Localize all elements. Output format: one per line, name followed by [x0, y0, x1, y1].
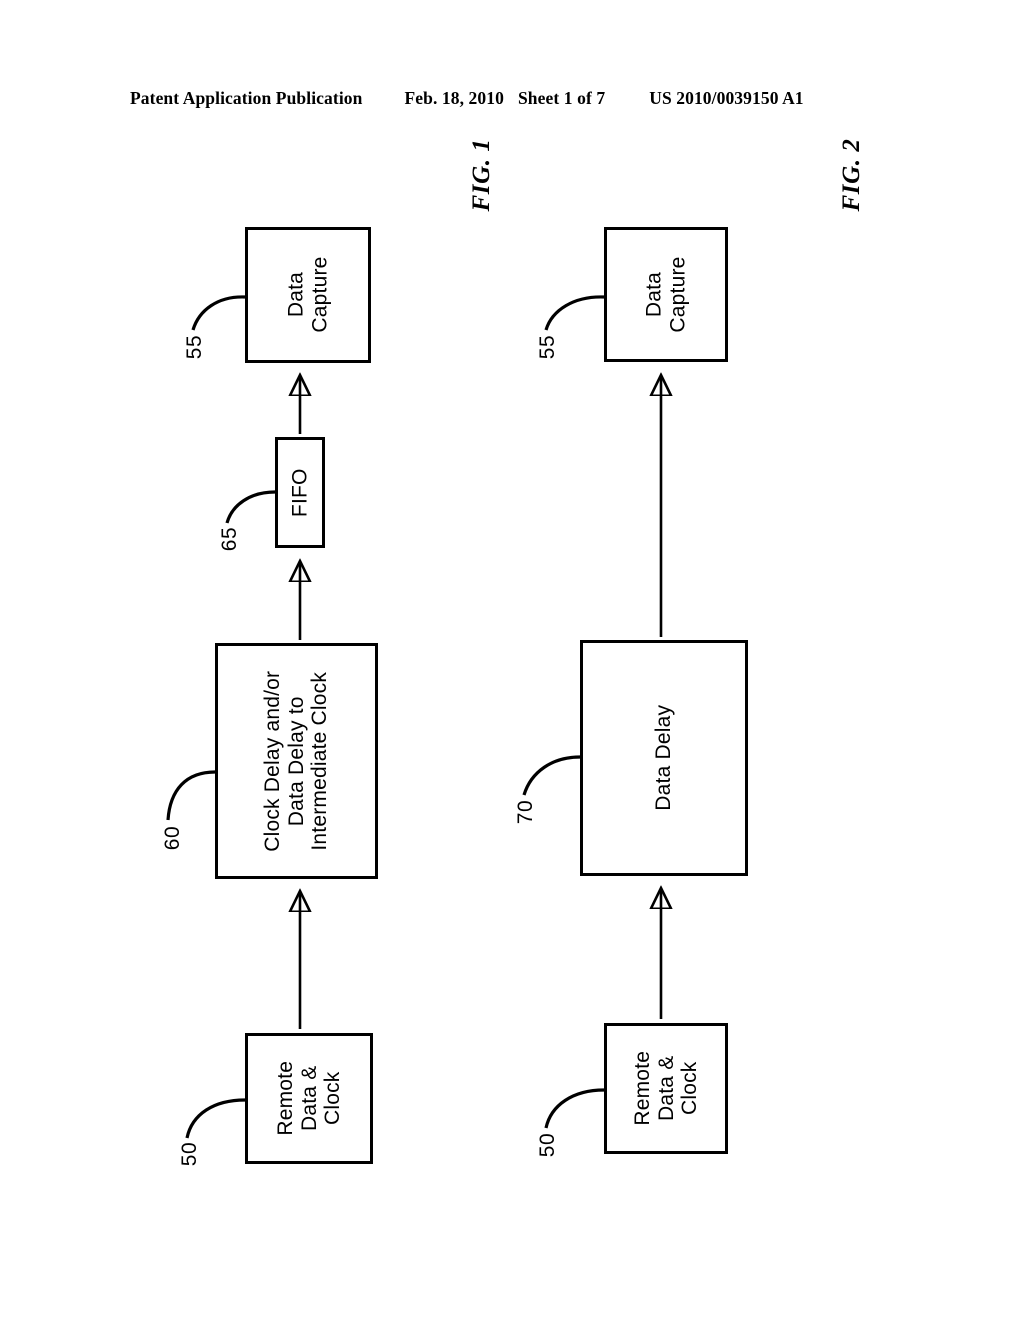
fig1-block-data-capture: Data Capture: [245, 227, 371, 363]
fig1-data-capture-line-1: Data: [284, 272, 308, 318]
fig2-refnum-55: 55: [536, 334, 559, 360]
fig1-block-fifo-label: FIFO: [288, 468, 312, 517]
fig1-data-capture-line-2: Capture: [308, 256, 331, 334]
figure-connectors: [166, 295, 1024, 1139]
fig2-leader-70: [522, 755, 581, 796]
fig1-block-fifo: FIFO: [275, 437, 325, 548]
fig2-leader-50: [544, 1088, 605, 1129]
figure-2-caption: FIG. 2: [838, 138, 865, 212]
fig2-block-remote-label: Remote Data & Clock: [631, 1051, 702, 1126]
fig1-remote-line-3: Clock: [320, 1071, 344, 1126]
fig2-remote-line-2: Data &: [654, 1055, 678, 1122]
fig2-block-data-delay-label: Data Delay: [652, 705, 676, 811]
fig1-leader-60: [166, 770, 216, 821]
fig1-refnum-65: 65: [218, 526, 241, 552]
figure-1-caption: FIG. 1: [468, 138, 495, 212]
fig1-block-clock-delay-label: Clock Delay and/or Data Delay to Interme…: [261, 670, 332, 851]
fig2-block-data-capture: Data Capture: [604, 227, 728, 362]
fig1-clock-delay-line-3: Intermediate Clock: [308, 671, 332, 851]
fig1-clock-delay-line-1: Clock Delay and/or: [261, 670, 285, 852]
fig1-leader-50: [185, 1098, 246, 1139]
fig1-block-remote-label: Remote Data & Clock: [274, 1061, 345, 1136]
fig2-data-delay-line-1: Data Delay: [652, 705, 676, 811]
fig2-data-capture-line-2: Capture: [666, 256, 689, 333]
fig2-remote-line-3: Clock: [677, 1061, 701, 1116]
fig1-block-data-capture-label: Data Capture: [284, 257, 331, 333]
fig2-data-capture-line-1: Data: [642, 271, 666, 318]
fig1-leader-55: [191, 295, 246, 331]
fig2-block-data-capture-label: Data Capture: [642, 256, 689, 332]
fig2-leader-55: [544, 295, 605, 331]
fig1-clock-delay-line-2: Data Delay to: [284, 696, 308, 826]
fig1-refnum-50: 50: [178, 1141, 201, 1167]
fig1-leader-65: [225, 490, 276, 524]
fig2-remote-line-1: Remote: [630, 1051, 654, 1126]
fig1-refnum-55: 55: [183, 334, 206, 360]
fig2-block-data-delay: Data Delay: [580, 640, 748, 876]
fig1-block-clock-delay: Clock Delay and/or Data Delay to Interme…: [215, 643, 378, 879]
fig1-fifo-line-1: FIFO: [288, 468, 312, 517]
fig2-block-remote-data-clock: Remote Data & Clock: [604, 1023, 728, 1154]
fig1-remote-line-2: Data &: [297, 1065, 321, 1132]
fig2-refnum-50: 50: [536, 1132, 559, 1158]
drawing-sheet: FIG. 1 Data Capture 55 FIFO 65 Clock Del…: [0, 0, 1024, 1320]
fig1-block-remote-data-clock: Remote Data & Clock: [245, 1033, 373, 1164]
fig1-remote-line-1: Remote: [273, 1061, 297, 1136]
fig2-refnum-70: 70: [514, 799, 537, 825]
fig1-refnum-60: 60: [161, 825, 184, 851]
